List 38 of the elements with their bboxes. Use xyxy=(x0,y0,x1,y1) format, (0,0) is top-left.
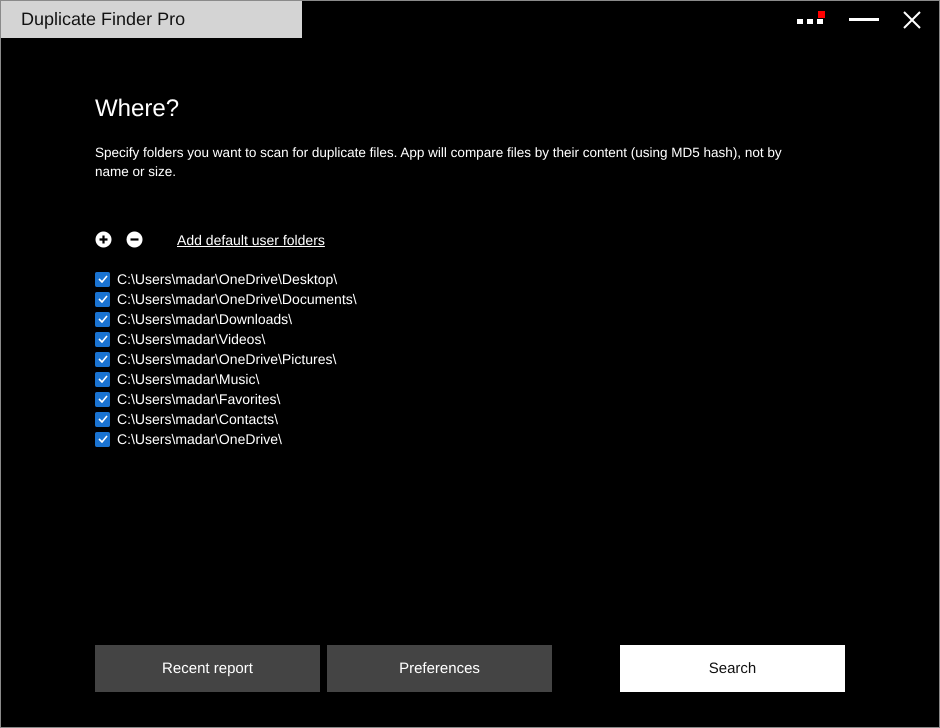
folder-checkbox[interactable] xyxy=(95,312,110,326)
folder-path: C:\Users\madar\Videos\ xyxy=(117,331,266,347)
section-heading: Where? xyxy=(95,95,180,123)
remove-icon[interactable] xyxy=(126,231,143,248)
folder-path: C:\Users\madar\OneDrive\Desktop\ xyxy=(117,271,338,287)
folder-checkbox[interactable] xyxy=(95,372,110,386)
folder-checkbox[interactable] xyxy=(95,432,110,446)
check-icon xyxy=(98,275,108,283)
window-title: Duplicate Finder Pro xyxy=(1,1,302,38)
minimize-icon[interactable] xyxy=(849,18,879,22)
folder-path: C:\Users\madar\OneDrive\Documents\ xyxy=(117,291,357,307)
description-text: Specify folders you want to scan for duplicate files. App will compare files by their content (using MD5 hash), not by name or size. xyxy=(95,144,783,181)
folder-path: C:\Users\madar\Contacts\ xyxy=(117,411,278,427)
folder-path: C:\Users\madar\Music\ xyxy=(117,371,260,387)
close-icon[interactable] xyxy=(903,11,921,29)
check-icon xyxy=(98,355,108,363)
check-icon xyxy=(98,335,108,343)
folder-path: C:\Users\madar\Downloads\ xyxy=(117,311,292,327)
check-icon xyxy=(98,315,108,323)
folder-checkbox[interactable] xyxy=(95,272,110,286)
add-icon[interactable] xyxy=(95,231,112,248)
add-default-folders-link[interactable]: Add default user folders xyxy=(177,232,325,248)
action-button[interactable]: Preferences xyxy=(327,645,552,692)
folder-path: C:\Users\madar\Favorites\ xyxy=(117,391,280,407)
action-button[interactable]: Recent report xyxy=(95,645,320,692)
folder-checkbox[interactable] xyxy=(95,332,110,346)
check-icon xyxy=(98,435,108,443)
check-icon xyxy=(98,295,108,303)
folder-path: C:\Users\madar\OneDrive\ xyxy=(117,431,282,447)
check-icon xyxy=(98,415,108,423)
check-icon xyxy=(98,375,108,383)
folder-checkbox[interactable] xyxy=(95,392,110,406)
folder-checkbox[interactable] xyxy=(95,412,110,426)
folder-checkbox[interactable] xyxy=(95,292,110,306)
search-button[interactable]: Search xyxy=(620,645,845,692)
folder-path: C:\Users\madar\OneDrive\Pictures\ xyxy=(117,351,336,367)
check-icon xyxy=(98,395,108,403)
folder-checkbox[interactable] xyxy=(95,352,110,366)
